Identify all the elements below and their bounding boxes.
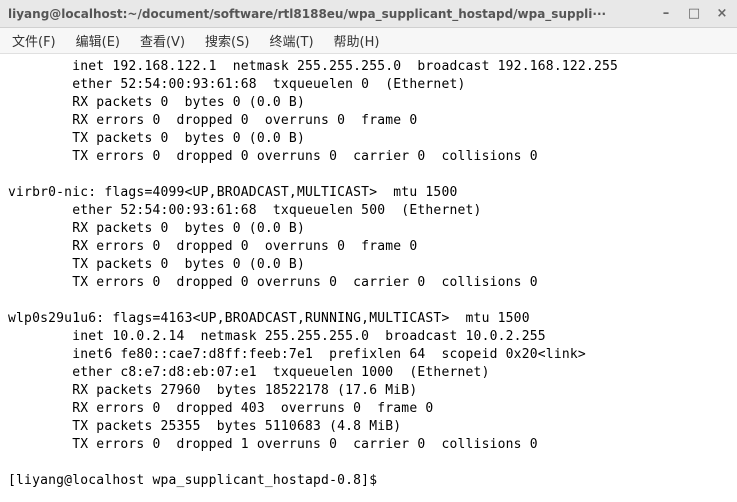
- menu-edit[interactable]: 编辑(E): [72, 29, 124, 52]
- terminal-output[interactable]: inet 192.168.122.1 netmask 255.255.255.0…: [0, 54, 737, 494]
- minimize-icon[interactable]: –: [659, 6, 673, 21]
- maximize-icon[interactable]: □: [687, 6, 701, 21]
- window-titlebar: liyang@localhost:~/document/software/rtl…: [0, 0, 737, 28]
- menu-view[interactable]: 查看(V): [136, 29, 189, 52]
- menu-help[interactable]: 帮助(H): [330, 29, 384, 52]
- close-icon[interactable]: ×: [715, 6, 729, 21]
- menu-search[interactable]: 搜索(S): [201, 29, 253, 52]
- menu-terminal[interactable]: 终端(T): [265, 29, 317, 52]
- window-title: liyang@localhost:~/document/software/rtl…: [8, 7, 659, 21]
- menubar: 文件(F) 编辑(E) 查看(V) 搜索(S) 终端(T) 帮助(H): [0, 28, 737, 54]
- window-controls: – □ ×: [659, 6, 729, 21]
- menu-file[interactable]: 文件(F): [8, 29, 60, 52]
